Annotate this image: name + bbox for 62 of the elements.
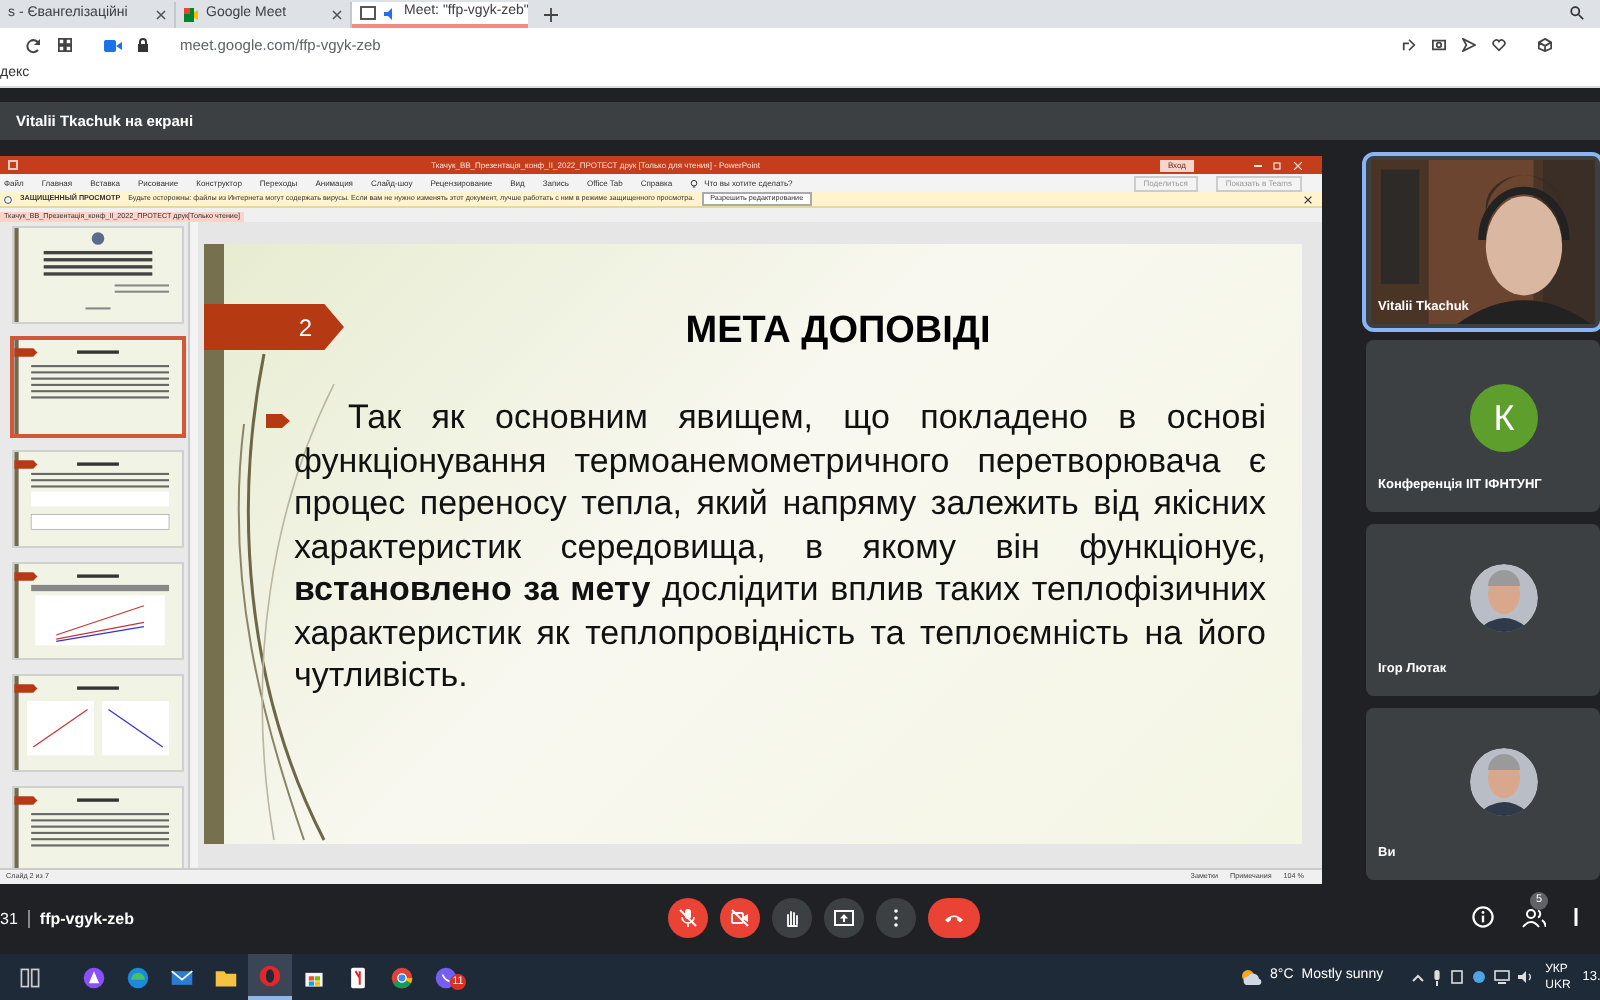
camera-icon (104, 39, 122, 51)
slide-body-text: Так як основним явищем, що покладено в основі функціонування термоанемометричного перетворювача є процес переносу тепла, який напряму залежить від якісних характеристик середовища, в якому він функціонує, встановлено за мету дослідити вплив таких теплофізичних характеристик як теплопровідність та теплоємність на його чутливість. (294, 396, 1266, 697)
close-icon[interactable] (156, 10, 166, 20)
grid-icon[interactable] (58, 38, 72, 52)
scrollbar[interactable] (188, 222, 198, 868)
heart-icon[interactable] (1492, 38, 1506, 52)
folder-icon (214, 965, 238, 989)
network-icon[interactable] (1493, 970, 1510, 984)
slide-thumbnail[interactable] (14, 452, 182, 546)
leave-button[interactable] (928, 898, 980, 938)
slide-thumbnail[interactable] (14, 228, 182, 322)
mic-button[interactable] (668, 898, 708, 938)
slide-thumbnail[interactable] (14, 564, 182, 658)
reload-icon[interactable] (26, 37, 42, 53)
weather-icon (1240, 968, 1262, 986)
meeting-time: 31 (0, 907, 18, 931)
slide-thumbnail[interactable] (14, 788, 182, 868)
camera-button[interactable] (720, 898, 760, 938)
save-icon[interactable] (8, 160, 18, 170)
assistant-icon (82, 965, 106, 989)
slide-thumbnail[interactable] (14, 340, 182, 434)
share-icon[interactable] (1402, 38, 1416, 52)
people-icon[interactable] (1522, 907, 1546, 927)
close-icon[interactable] (1304, 195, 1312, 203)
hand-button[interactable] (772, 898, 812, 938)
window-icon (360, 6, 376, 20)
slide-title: МЕТА ДОПОВІДІ (683, 310, 991, 352)
bullet-icon (266, 414, 290, 428)
new-tab-icon[interactable] (544, 8, 558, 22)
slide-thumbnail[interactable] (14, 676, 182, 770)
window-controls-icon[interactable] (1254, 161, 1302, 169)
screenshot-icon[interactable] (1432, 38, 1446, 52)
taskbar-app[interactable] (248, 954, 292, 1000)
cube-icon[interactable] (1538, 38, 1552, 52)
chevron-up-icon[interactable] (1411, 973, 1424, 981)
present-icon (834, 908, 854, 928)
search-icon[interactable] (1570, 6, 1584, 20)
hand-icon (782, 908, 802, 928)
lightbulb-icon (690, 179, 699, 187)
microphone-icon (678, 908, 698, 928)
slide-number: 2 (298, 311, 312, 345)
speaker-icon (384, 7, 396, 19)
camera-icon (730, 908, 750, 928)
chat-icon[interactable] (1574, 906, 1582, 928)
browser-icon (346, 965, 370, 989)
lock-icon (138, 38, 148, 52)
more-button[interactable] (876, 898, 916, 938)
avatar-letter: К (1493, 395, 1515, 441)
browser-icon (126, 965, 150, 989)
task-view-icon (18, 965, 42, 989)
info-icon (4, 195, 12, 203)
browser-icon (258, 963, 282, 987)
mail-icon (170, 965, 194, 989)
browser-icon (390, 965, 414, 989)
volume-icon[interactable] (1517, 970, 1534, 984)
send-icon[interactable] (1462, 38, 1476, 52)
close-icon[interactable] (332, 10, 342, 20)
present-button[interactable] (824, 898, 864, 938)
meeting-code: ffp-vgyk-zeb (39, 907, 135, 931)
info-icon[interactable] (1472, 906, 1494, 928)
meet-logo-icon (184, 8, 198, 22)
microphone-icon[interactable] (1431, 969, 1442, 985)
